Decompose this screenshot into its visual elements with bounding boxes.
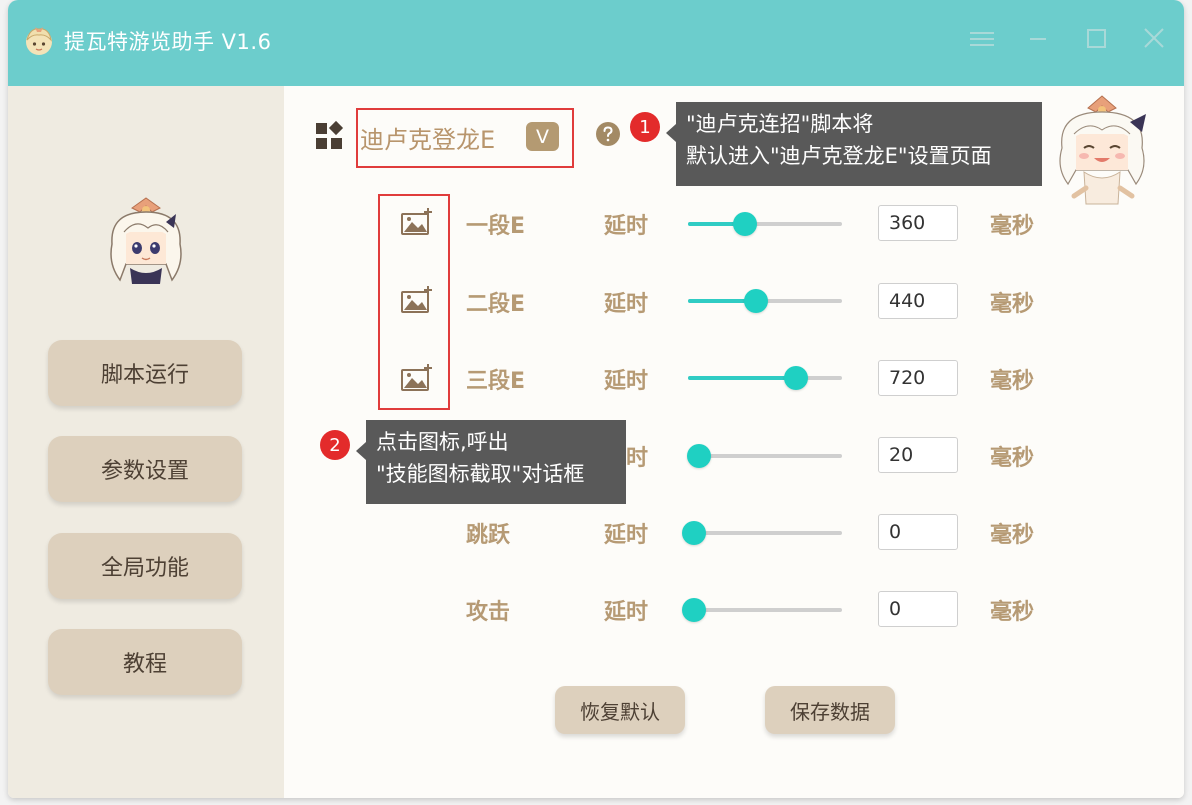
delay-input-1[interactable] [878, 205, 958, 241]
row-unit-label: 毫秒 [990, 369, 1035, 394]
row-unit-label: 毫秒 [990, 600, 1035, 625]
row-label-attack: 攻击 [466, 600, 511, 625]
button-label: 保存数据 [790, 699, 870, 724]
button-label: 恢复默认 [580, 699, 660, 724]
row-unit-label: 毫秒 [990, 446, 1035, 471]
sidebar-item-global-functions[interactable]: 全局功能 [48, 533, 242, 599]
menu-icon[interactable] [964, 24, 1000, 54]
page-title: 迪卢克登龙E [360, 126, 496, 154]
app-window: 提瓦特游览助手 V1.6 脚本运行 参数设置 全局功能 教程 迪卢克登龙E V … [8, 0, 1184, 798]
delay-slider-4[interactable] [686, 444, 842, 468]
annotation-number: 2 [329, 434, 341, 456]
slider-thumb[interactable] [783, 366, 808, 390]
sidebar-item-tutorial[interactable]: 教程 [48, 629, 242, 695]
row-unit-label: 毫秒 [990, 292, 1035, 317]
row-label-jump: 跳跃 [466, 523, 511, 548]
delay-slider-2[interactable] [688, 289, 842, 313]
tooltip-line: 默认进入"迪卢克登龙E"设置页面 [686, 144, 992, 168]
tooltip-line: "技能图标截取"对话框 [376, 462, 585, 486]
slider-thumb[interactable] [686, 444, 711, 468]
reset-default-button[interactable]: 恢复默认 [555, 686, 685, 734]
maximize-icon[interactable] [1078, 24, 1114, 54]
version-badge-label: V [536, 125, 549, 148]
app-title: 提瓦特游览助手 V1.6 [64, 30, 272, 54]
annotation-tooltip-2: 点击图标,呼出 "技能图标截取"对话框 [356, 420, 626, 504]
slider-thumb[interactable] [682, 598, 707, 622]
delay-input-2[interactable] [878, 283, 958, 319]
paimon-mascot [1059, 95, 1146, 205]
row-label-third-e: 三段E [466, 369, 526, 394]
skill-image-icon-3[interactable] [400, 364, 434, 392]
delay-input-3[interactable] [878, 360, 958, 396]
row-delay-label: 延时 [604, 600, 649, 625]
row-delay-label: 延时 [604, 369, 649, 394]
sidebar-item-parameter-settings[interactable]: 参数设置 [48, 436, 242, 502]
app-logo-icon [26, 27, 52, 55]
annotation-marker-1: 1 [630, 112, 660, 142]
slider-thumb[interactable] [682, 521, 707, 545]
widgets-icon [316, 120, 344, 149]
tooltip-line: "迪卢克连招"脚本将 [686, 112, 874, 136]
help-icon[interactable] [596, 122, 620, 146]
version-dropdown-button[interactable]: V [526, 122, 559, 151]
delay-slider-5[interactable] [682, 521, 842, 545]
sidebar-item-label: 脚本运行 [100, 363, 189, 388]
main-panel: 迪卢克登龙E V 1 "迪卢克连招"脚本将 默认进入"迪卢克登龙E"设置页面 一… [284, 86, 1184, 798]
row-delay-label: 延时 [604, 523, 649, 548]
title-bar[interactable]: 提瓦特游览助手 V1.6 [8, 0, 1184, 86]
sidebar-item-label: 教程 [122, 652, 167, 677]
row-unit-label: 毫秒 [990, 214, 1035, 239]
skill-image-icon-2[interactable] [400, 286, 434, 314]
row-label-second-e: 二段E [466, 292, 526, 317]
sidebar-item-label: 参数设置 [100, 459, 189, 484]
slider-fill [688, 376, 796, 380]
annotation-tooltip-1: "迪卢克连招"脚本将 默认进入"迪卢克登龙E"设置页面 [666, 102, 1042, 186]
delay-slider-3[interactable] [688, 366, 842, 390]
delay-input-5[interactable] [878, 514, 958, 550]
delay-input-6[interactable] [878, 591, 958, 627]
sidebar-item-script-run[interactable]: 脚本运行 [48, 340, 242, 406]
delay-slider-6[interactable] [682, 598, 842, 622]
delay-input-4[interactable] [878, 437, 958, 473]
paimon-avatar [110, 197, 182, 284]
minimize-icon[interactable] [1020, 24, 1056, 54]
row-delay-label: 延时 [604, 292, 649, 317]
skill-image-icon-1[interactable] [400, 208, 434, 236]
tooltip-line: 点击图标,呼出 [376, 430, 509, 454]
slider-thumb[interactable] [732, 212, 757, 236]
row-label-first-e: 一段E [466, 214, 526, 239]
sidebar: 脚本运行 参数设置 全局功能 教程 [8, 86, 284, 798]
annotation-number: 1 [639, 116, 651, 138]
delay-slider-1[interactable] [688, 212, 842, 236]
slider-thumb[interactable] [743, 289, 768, 313]
row-delay-label: 延时 [604, 214, 649, 239]
row-unit-label: 毫秒 [990, 523, 1035, 548]
save-data-button[interactable]: 保存数据 [765, 686, 895, 734]
close-icon[interactable] [1136, 24, 1172, 54]
annotation-marker-2: 2 [320, 430, 350, 460]
sidebar-item-label: 全局功能 [100, 556, 189, 581]
